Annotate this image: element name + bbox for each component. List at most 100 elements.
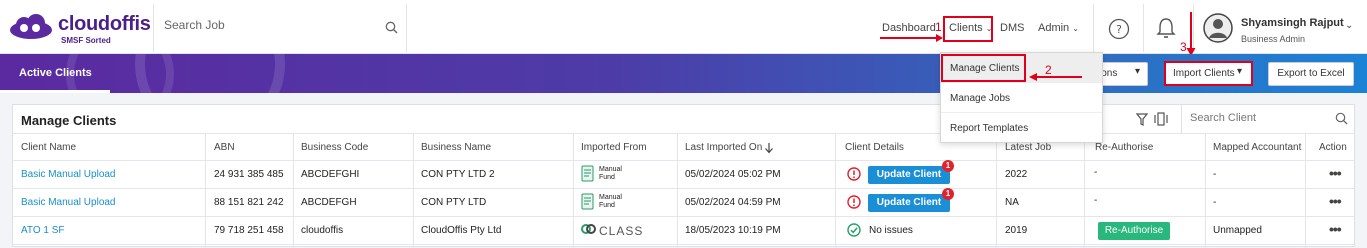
avatar[interactable]	[1203, 13, 1233, 43]
arrow-left-icon	[1029, 73, 1082, 81]
user-name[interactable]: Shyamsingh Rajput	[1241, 17, 1344, 29]
panel-title: Manage Clients	[21, 113, 117, 128]
caret-down-icon: ▾	[1135, 66, 1141, 77]
top-bar: cloudoffis SMSF Sorted Dashboard 1 Clien…	[0, 0, 1367, 56]
column-header[interactable]: Business Name	[421, 142, 491, 153]
user-role: Business Admin	[1241, 34, 1306, 44]
divider	[293, 133, 294, 248]
import-highlight	[1164, 61, 1253, 86]
more-actions-icon[interactable]: •••	[1329, 193, 1342, 209]
abn-cell: 24 931 385 485	[214, 169, 284, 180]
client-name-link[interactable]: Basic Manual Upload	[21, 169, 116, 180]
column-header[interactable]: Imported From	[581, 142, 647, 153]
business-name-cell: CloudOffis Pty Ltd	[421, 225, 502, 236]
column-header[interactable]: ABN	[214, 142, 235, 153]
last-imported-cell: 05/02/2024 05:02 PM	[685, 169, 781, 180]
column-header[interactable]: Latest Job	[1005, 142, 1051, 153]
divider	[13, 244, 1354, 245]
divider	[205, 133, 206, 248]
help-icon[interactable]: ?	[1108, 18, 1130, 40]
nav-admin[interactable]: Admin ⌄	[1038, 22, 1079, 34]
client-name-link[interactable]: Basic Manual Upload	[21, 197, 116, 208]
column-toggle-icon[interactable]	[1153, 112, 1169, 126]
more-actions-icon[interactable]: •••	[1329, 165, 1342, 181]
divider	[413, 133, 414, 248]
bell-icon[interactable]	[1156, 17, 1176, 39]
sort-arrow-down-icon[interactable]	[764, 142, 774, 154]
divider	[1305, 133, 1306, 248]
export-excel-button[interactable]: Export to Excel	[1268, 62, 1354, 86]
menu-item-manage-jobs[interactable]: Manage Jobs	[941, 83, 1102, 113]
menu-item-report-templates[interactable]: Report Templates	[941, 113, 1102, 143]
imported-from-cell: CLASS	[599, 224, 644, 238]
divider	[1205, 133, 1206, 248]
nav-dms[interactable]: DMS	[1000, 22, 1024, 34]
latest-job-cell: NA	[1005, 197, 1019, 208]
business-code-cell: ABCDEFGH	[301, 197, 357, 208]
alert-circle-icon	[847, 195, 861, 209]
logo[interactable]: cloudoffis SMSF Sorted	[8, 10, 158, 46]
imported-from-cell: Manual Fund	[599, 194, 622, 209]
nav-clients[interactable]: Clients ⌄	[949, 22, 992, 34]
column-header[interactable]: Last Imported On	[685, 142, 762, 153]
business-name-cell: CON PTY LTD	[421, 197, 487, 208]
business-code-cell: cloudoffis	[301, 225, 344, 236]
search-input[interactable]	[164, 18, 379, 32]
update-client-button[interactable]: Update Client	[868, 194, 950, 212]
alert-circle-icon	[847, 167, 861, 181]
check-circle-icon	[847, 223, 861, 237]
divider	[1093, 4, 1094, 52]
tab-active-clients[interactable]: Active Clients	[0, 54, 110, 93]
page-banner: Active Clients	[0, 54, 1367, 93]
column-header[interactable]: Business Code	[301, 142, 368, 153]
chevron-down-icon: ⌄	[1072, 24, 1079, 33]
divider	[1143, 4, 1144, 52]
brand-tagline: SMSF Sorted	[61, 36, 111, 45]
divider	[13, 133, 1354, 134]
nav-clients-label: Clients	[949, 22, 983, 34]
column-header[interactable]: Re-Authorise	[1095, 142, 1153, 153]
client-search-input[interactable]	[1190, 112, 1330, 124]
latest-job-cell[interactable]: 2022	[1005, 169, 1027, 180]
update-client-button[interactable]: Update Client	[868, 166, 950, 184]
reauth-cell: -	[1094, 167, 1098, 178]
nav-admin-label: Admin	[1038, 22, 1070, 34]
manage-clients-highlight	[941, 54, 1026, 82]
chevron-down-icon[interactable]: ⌄	[1345, 20, 1353, 31]
column-header[interactable]: Client Details	[845, 142, 904, 153]
accountant-cell: -	[1213, 197, 1217, 208]
abn-cell: 88 151 821 242	[214, 197, 284, 208]
reauthorise-button[interactable]: Re-Authorise	[1098, 222, 1170, 240]
business-code-cell: ABCDEFGHI	[301, 169, 360, 180]
last-imported-cell: 18/05/2023 10:19 PM	[685, 225, 781, 236]
divider	[13, 160, 1354, 161]
step-3-label: 3	[1180, 40, 1187, 54]
divider	[835, 133, 836, 248]
column-header[interactable]: Mapped Accountant	[1213, 142, 1301, 153]
last-imported-cell: 05/02/2024 04:59 PM	[685, 197, 781, 208]
reauth-cell: -	[1094, 195, 1098, 206]
chevron-down-icon: ⌄	[985, 24, 993, 33]
search-icon[interactable]	[1335, 112, 1348, 125]
divider	[677, 133, 678, 248]
client-name-link[interactable]: ATO 1 SF	[21, 225, 65, 236]
divider	[13, 188, 1354, 189]
cloud-logo-icon	[10, 14, 52, 39]
divider	[13, 216, 1354, 217]
banner-decoration	[66, 54, 285, 93]
accountant-cell: -	[1213, 169, 1217, 180]
job-search	[153, 4, 407, 52]
arrow-right-icon	[880, 34, 943, 42]
more-actions-icon[interactable]: •••	[1329, 221, 1342, 237]
class-logo-icon	[581, 224, 596, 234]
divider	[573, 133, 574, 248]
manual-fund-icon	[581, 193, 594, 210]
step-1-label: 1	[935, 20, 942, 34]
manage-clients-panel: Manage Clients Client Name ABN Business …	[12, 104, 1355, 248]
filter-icon[interactable]	[1136, 113, 1148, 126]
notification-badge: 1	[942, 188, 954, 200]
divider	[1084, 133, 1085, 248]
client-details-cell: No issues	[869, 225, 913, 236]
column-header[interactable]: Client Name	[21, 142, 76, 153]
search-icon[interactable]	[385, 21, 398, 34]
